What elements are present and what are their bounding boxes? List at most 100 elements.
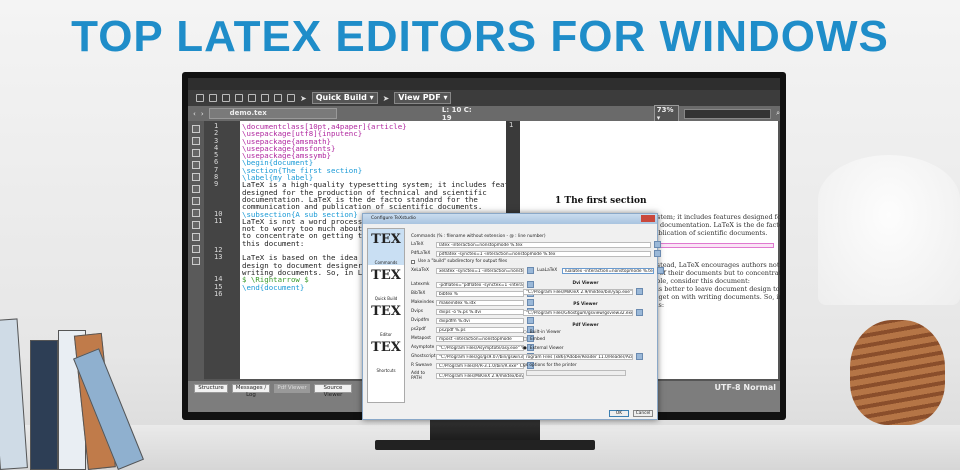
bold-icon[interactable] — [192, 161, 200, 169]
line-number: 10 — [214, 209, 223, 218]
xelatex-field[interactable]: xelatex -synctex=1 -interaction=nonstopm… — [436, 267, 524, 274]
lualatex-field[interactable]: lualatex -interaction=nonstopmode %.tex — [562, 267, 654, 274]
cut-icon[interactable] — [274, 94, 282, 102]
ps-viewer-field[interactable]: "C:/Program Files/Ghostgum/gsview/gsview… — [523, 309, 633, 316]
image-icon[interactable] — [192, 149, 200, 157]
sqrt-icon[interactable] — [192, 257, 200, 265]
back-icon[interactable]: ‹ — [193, 110, 196, 118]
command-field[interactable]: makeindex %.idx — [436, 299, 524, 306]
structure-icon[interactable] — [192, 125, 200, 133]
path-field[interactable]: C:/Program Files/MiKTeX 2.9/miktex/bin/;… — [436, 373, 524, 379]
browse-icon[interactable] — [527, 267, 534, 274]
paste-icon[interactable] — [287, 94, 295, 102]
command-field[interactable]: ps2pdf %.ps — [436, 326, 524, 333]
copy-icon[interactable] — [261, 94, 269, 102]
command-field[interactable]: mpost -interaction=nonstopmode — [436, 335, 524, 342]
browse-icon[interactable] — [636, 288, 643, 295]
line-number: 8 — [214, 173, 219, 182]
command-row: Ghostscript "C:/Program Files/gs/gs9.07/b… — [411, 353, 534, 360]
redo-icon[interactable] — [248, 94, 256, 102]
tab-pdf-viewer[interactable]: Pdf Viewer — [274, 384, 310, 393]
forward-icon[interactable]: › — [201, 110, 204, 118]
line-number: 3 — [214, 136, 219, 145]
line-number — [204, 225, 240, 232]
book — [0, 318, 28, 470]
italic-icon[interactable] — [192, 173, 200, 181]
command-field[interactable]: -pdflatex="pdflatex -synctex=1 -interact… — [436, 281, 524, 288]
command-field[interactable]: "C:/Program Files/gs/gs9.07/bin/gswin32c… — [436, 353, 524, 360]
tab-messages[interactable]: Messages / Log — [232, 384, 270, 398]
printer-options-field[interactable] — [526, 370, 626, 376]
line-number — [204, 262, 240, 269]
command-row: ps2pdf ps2pdf %.ps — [411, 326, 534, 333]
new-file-icon[interactable] — [196, 94, 204, 102]
line-number: 11 — [214, 216, 223, 225]
file-tab[interactable]: demo.tex — [208, 108, 337, 119]
quick-build-button[interactable]: Quick Build ▾ — [311, 92, 378, 104]
close-button[interactable] — [641, 215, 655, 222]
tab-structure[interactable]: Structure — [194, 384, 228, 393]
menu-bar — [188, 78, 780, 90]
undo-icon[interactable] — [235, 94, 243, 102]
ok-button[interactable]: OK — [609, 410, 629, 417]
latex-field[interactable]: latex -interaction=nonstopmode %.tex — [436, 241, 651, 248]
encoding-status: UTF-8 Normal — [714, 383, 776, 392]
command-field[interactable]: dvipdfm %.dvi — [436, 317, 524, 324]
monitor-stand — [430, 420, 540, 442]
line-number: 12 — [214, 246, 223, 255]
open-file-icon[interactable] — [209, 94, 217, 102]
command-row: Dvips dvips -o %.ps %.dvi — [411, 308, 534, 315]
configure-dialog: Configure TeXstudio TEX Commands TEX Quick… — [362, 213, 664, 420]
save-icon[interactable] — [222, 94, 230, 102]
align-icon[interactable] — [192, 197, 200, 205]
underline-icon[interactable] — [192, 185, 200, 193]
monitor-base — [375, 440, 595, 450]
line-number: 9 — [214, 180, 219, 189]
zoom-select[interactable]: 73% ▾ — [653, 104, 679, 123]
frac-icon[interactable] — [192, 245, 200, 253]
browse-icon[interactable] — [636, 309, 643, 316]
command-row: Asymptote "C:/Program Files/Asymptote/asy… — [411, 344, 534, 351]
line-number — [204, 232, 240, 239]
sidebar-item-commands[interactable]: TEX Commands — [368, 229, 404, 265]
list-icon[interactable] — [192, 209, 200, 217]
command-label: Metapost — [411, 336, 431, 341]
config-sidebar: TEX Commands TEX Quick Build TEX Editor TEX… — [367, 228, 405, 403]
command-field[interactable]: bibtex % — [436, 290, 524, 297]
play-icon[interactable]: ➤ — [300, 94, 307, 103]
dialog-title: Configure TeXstudio — [363, 214, 657, 224]
browse-icon[interactable] — [657, 267, 664, 274]
browse-icon[interactable] — [654, 241, 661, 248]
build-subdir-checkbox[interactable] — [411, 259, 415, 264]
pdf-viewer-field[interactable]: rogram Files (x86)/Adobe/Reader 11.0/Rea… — [523, 353, 633, 360]
enum-icon[interactable] — [192, 221, 200, 229]
headline: TOP LATEX EDITORS FOR WINDOWS — [71, 12, 889, 61]
search-icon[interactable]: ⌕ — [776, 109, 780, 118]
sidebar-item-editor[interactable]: TEX Editor — [368, 301, 404, 337]
line-number: 6 — [214, 158, 219, 167]
search-input[interactable] — [683, 108, 772, 119]
pdflatex-field[interactable]: pdflatex -synctex=1 -interaction=nonstop… — [436, 250, 651, 257]
view-pdf-button[interactable]: View PDF ▾ — [394, 92, 452, 104]
command-field[interactable]: "C:/Program Files/Asymptote/asy.exe" %.a… — [436, 344, 524, 351]
browse-icon[interactable] — [654, 250, 661, 257]
sidebar-item-shortcuts[interactable]: TEX Shortcuts — [368, 337, 404, 373]
command-label: Makeindex — [411, 300, 435, 305]
external-viewer-radio[interactable]: ● External Viewer — [523, 346, 564, 351]
command-field[interactable]: dvips -o %.ps %.dvi — [436, 308, 524, 315]
lamp-shade — [818, 155, 960, 305]
play-icon[interactable]: ➤ — [383, 94, 390, 103]
line-number: 4 — [214, 143, 219, 152]
embed-checkbox[interactable]: □ Embed — [523, 337, 545, 342]
cancel-button[interactable]: Cancel — [633, 410, 653, 417]
dvi-viewer-field[interactable]: "C:/Program Files/MiKTeX 2.9/miktex/bin/… — [523, 288, 633, 295]
math-icon[interactable] — [192, 233, 200, 241]
pdf-highlight — [650, 243, 774, 248]
printer-options-label: gs options for the printer — [523, 363, 577, 368]
browse-icon[interactable] — [636, 353, 643, 360]
sidebar-item-quick-build[interactable]: TEX Quick Build — [368, 265, 404, 301]
builtin-viewer-radio[interactable]: ○ Built-in Viewer — [523, 330, 561, 335]
command-field[interactable]: C:/Program Files/R/R-3.1.0/bin/R.exe" CM… — [436, 362, 524, 369]
tab-source-viewer[interactable]: Source Viewer — [314, 384, 352, 398]
table-icon[interactable] — [192, 137, 200, 145]
